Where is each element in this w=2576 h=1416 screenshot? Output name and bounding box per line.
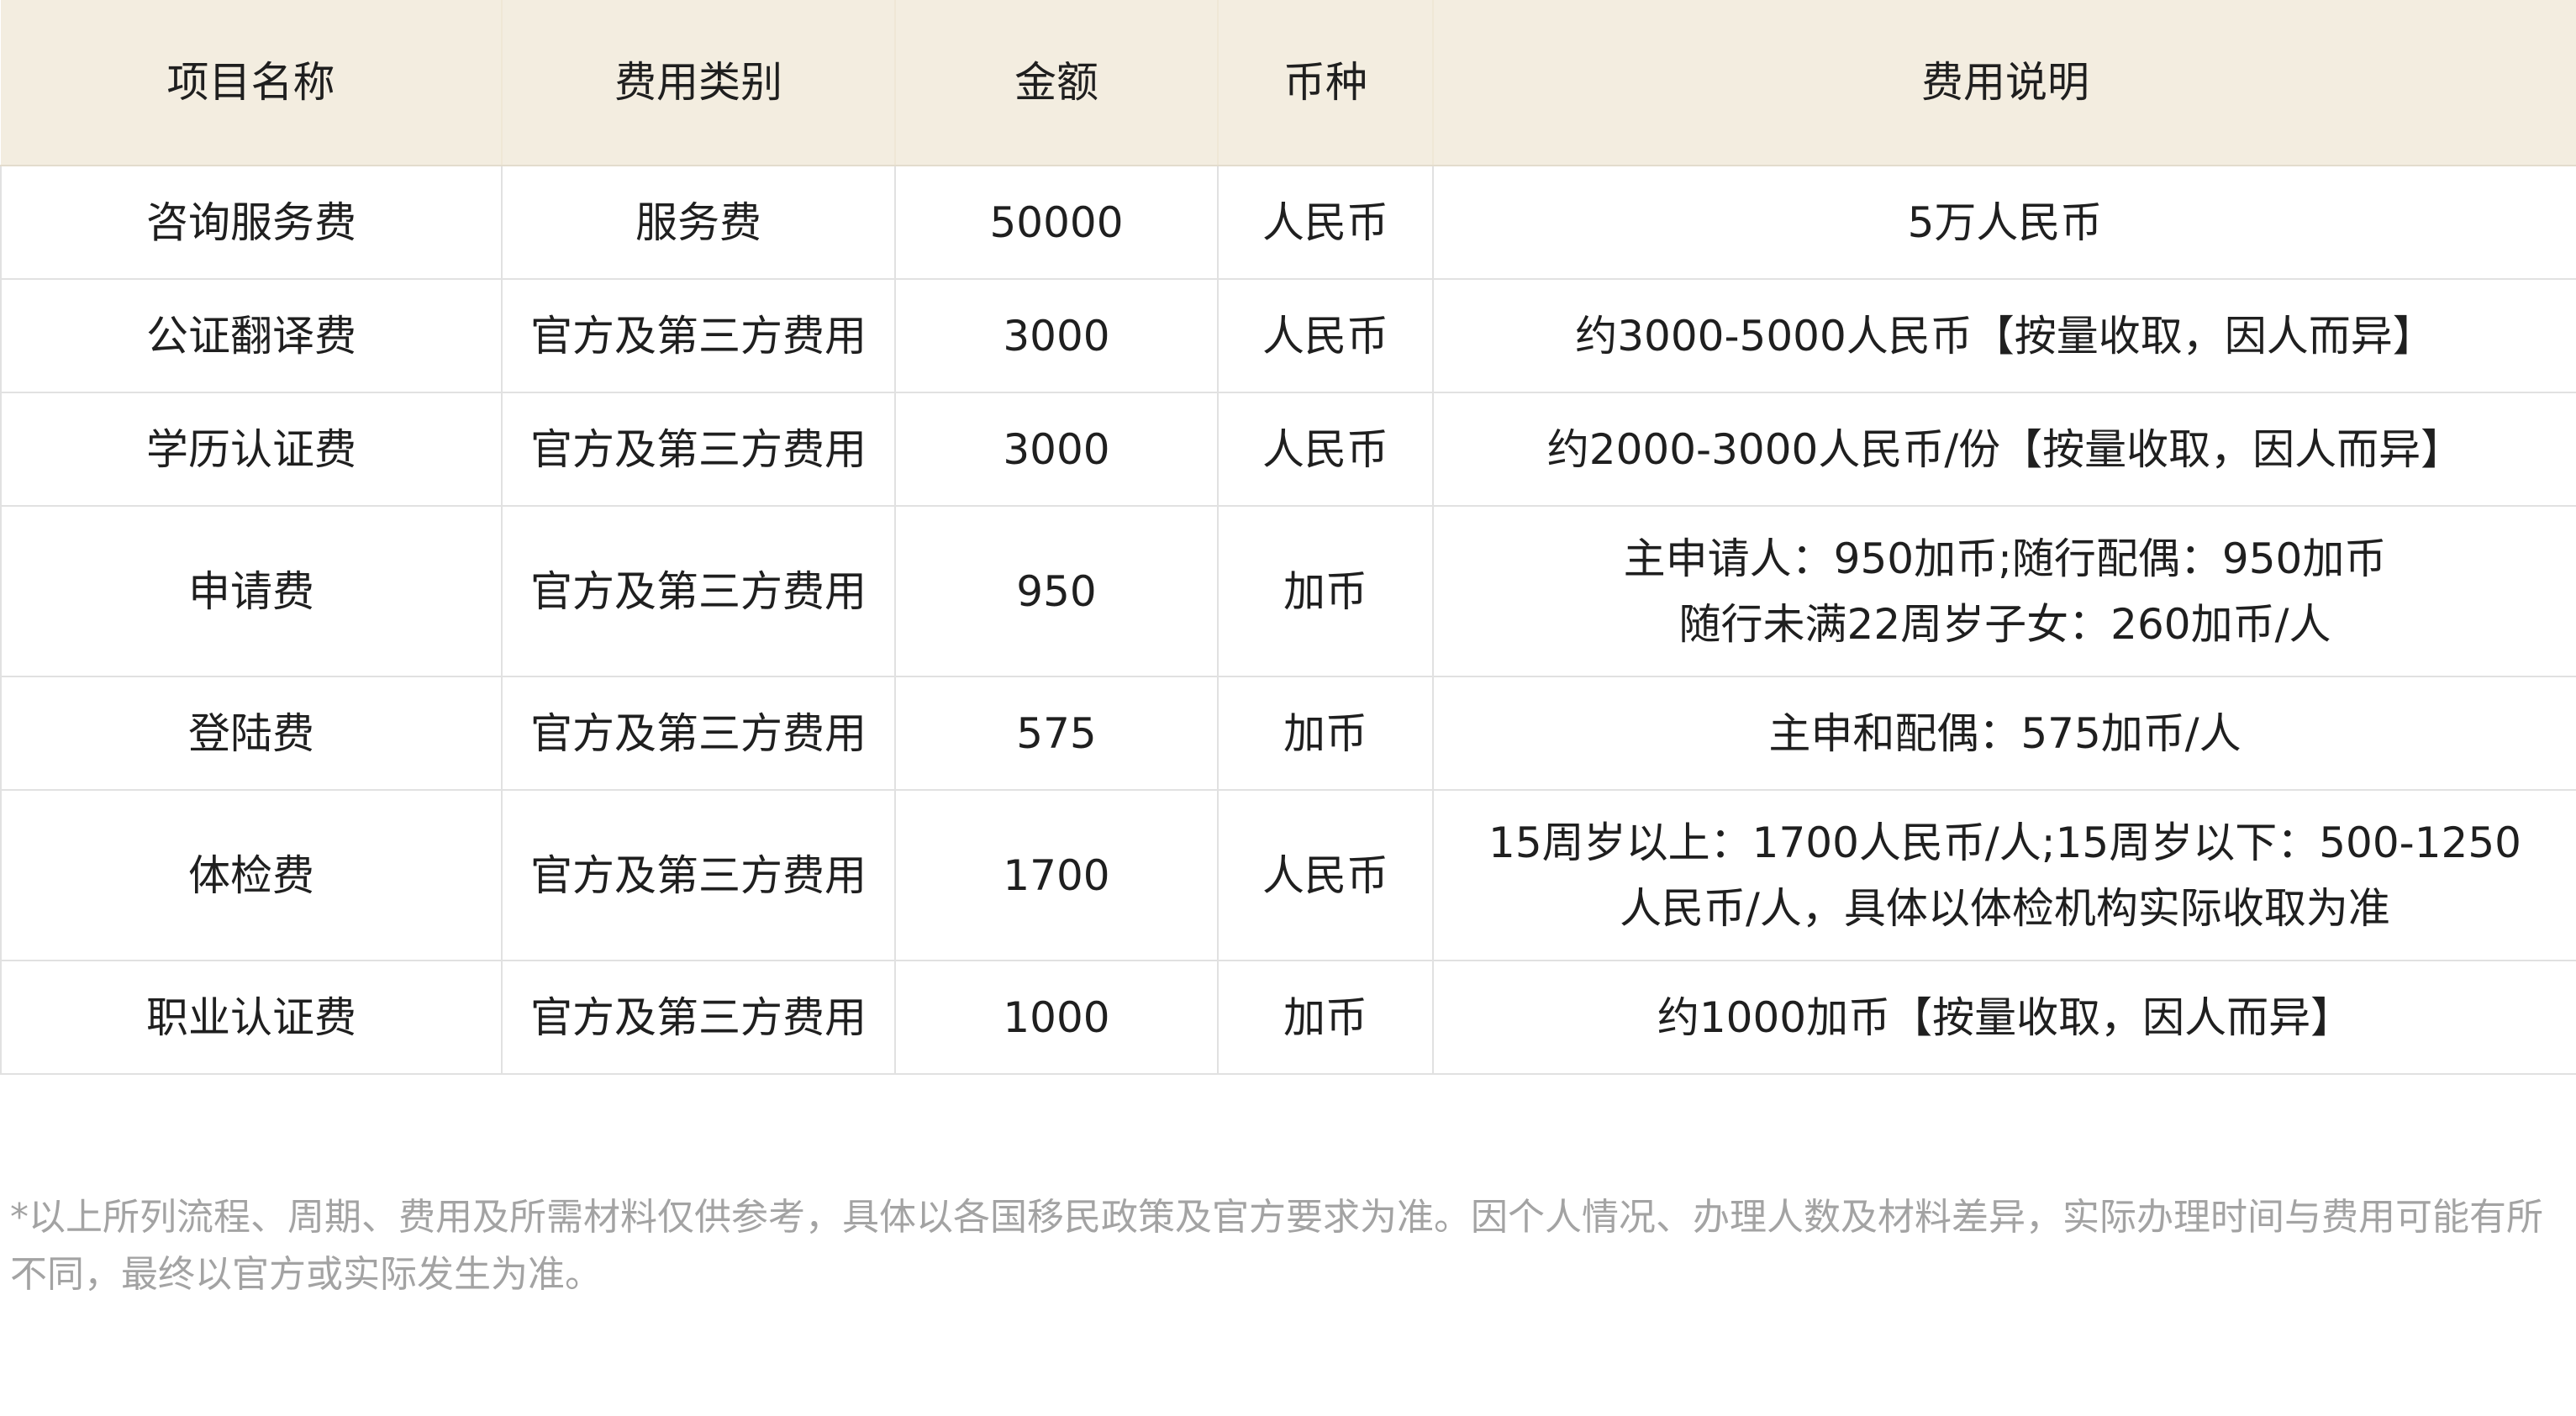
cell-currency: 人民币 [1217,392,1434,507]
cell-item-name: 体检费 [0,789,503,961]
cell-fee-category: 官方及第三方费用 [501,960,896,1075]
table-row: 申请费 官方及第三方费用 950 加币 主申请人：950加币;随行配偶：950加… [0,505,2576,677]
cell-currency: 加币 [1217,505,1434,677]
cell-fee-description: 15周岁以上：1700人民币/人;15周岁以下：500-1250 人民币/人，具… [1432,789,2576,961]
cell-fee-description: 约2000-3000人民币/份【按量收取，因人而异】 [1432,392,2576,507]
table-row: 公证翻译费 官方及第三方费用 3000 人民币 约3000-5000人民币【按量… [0,278,2576,393]
description-line: 约2000-3000人民币/份【按量收取，因人而异】 [1546,424,2463,474]
description-line: 随行未满22周岁子女：260加币/人 [1678,599,2331,649]
cell-amount: 1700 [894,789,1219,961]
fee-table: 项目名称 费用类别 金额 币种 费用说明 咨询服务费 服务费 50000 人民币… [0,0,2576,1075]
cell-fee-description: 主申和配偶：575加币/人 [1432,676,2576,791]
table-row: 登陆费 官方及第三方费用 575 加币 主申和配偶：575加币/人 [0,676,2576,791]
table-row: 职业认证费 官方及第三方费用 1000 加币 约1000加币【按量收取，因人而异… [0,960,2576,1075]
cell-fee-description: 约1000加币【按量收取，因人而异】 [1432,960,2576,1075]
cell-fee-description: 约3000-5000人民币【按量收取，因人而异】 [1432,278,2576,393]
cell-fee-description: 5万人民币 [1432,165,2576,280]
cell-fee-category: 官方及第三方费用 [501,789,896,961]
cell-item-name: 职业认证费 [0,960,503,1075]
cell-item-name: 申请费 [0,505,503,677]
description-line: 约1000加币【按量收取，因人而异】 [1657,992,2353,1042]
cell-fee-category: 服务费 [501,165,896,280]
header-amount: 金额 [894,0,1219,166]
cell-amount: 3000 [894,278,1219,393]
cell-amount: 575 [894,676,1219,791]
cell-amount: 950 [894,505,1219,677]
cell-currency: 人民币 [1217,165,1434,280]
cell-item-name: 咨询服务费 [0,165,503,280]
description-line: 15周岁以上：1700人民币/人;15周岁以下：500-1250 [1488,818,2521,867]
description-line: 5万人民币 [1907,197,2103,247]
cell-amount: 50000 [894,165,1219,280]
cell-item-name: 登陆费 [0,676,503,791]
cell-currency: 加币 [1217,960,1434,1075]
page: 项目名称 费用类别 金额 币种 费用说明 咨询服务费 服务费 50000 人民币… [0,0,2576,1416]
table-row: 体检费 官方及第三方费用 1700 人民币 15周岁以上：1700人民币/人;1… [0,789,2576,961]
cell-fee-description: 主申请人：950加币;随行配偶：950加币 随行未满22周岁子女：260加币/人 [1432,505,2576,677]
header-fee-description: 费用说明 [1432,0,2576,166]
table-header-row: 项目名称 费用类别 金额 币种 费用说明 [1,0,2576,166]
cell-fee-category: 官方及第三方费用 [501,505,896,677]
cell-currency: 加币 [1217,676,1434,791]
cell-amount: 3000 [894,392,1219,507]
header-fee-category: 费用类别 [501,0,896,166]
cell-fee-category: 官方及第三方费用 [501,392,896,507]
header-item-name: 项目名称 [1,0,503,166]
description-line: 人民币/人，具体以体检机构实际收取为准 [1620,883,2390,933]
description-line: 约3000-5000人民币【按量收取，因人而异】 [1575,311,2435,361]
header-currency: 币种 [1217,0,1434,166]
cell-fee-category: 官方及第三方费用 [501,278,896,393]
cell-currency: 人民币 [1217,278,1434,393]
cell-currency: 人民币 [1217,789,1434,961]
description-line: 主申请人：950加币;随行配偶：950加币 [1623,534,2387,583]
cell-item-name: 学历认证费 [0,392,503,507]
table-row: 学历认证费 官方及第三方费用 3000 人民币 约2000-3000人民币/份【… [0,392,2576,507]
description-line: 主申和配偶：575加币/人 [1768,708,2241,758]
table-row: 咨询服务费 服务费 50000 人民币 5万人民币 [0,165,2576,280]
cell-amount: 1000 [894,960,1219,1075]
cell-fee-category: 官方及第三方费用 [501,676,896,791]
disclaimer-note: *以上所列流程、周期、费用及所需材料仅供参考，具体以各国移民政策及官方要求为准。… [10,1196,2543,1296]
cell-item-name: 公证翻译费 [0,278,503,393]
